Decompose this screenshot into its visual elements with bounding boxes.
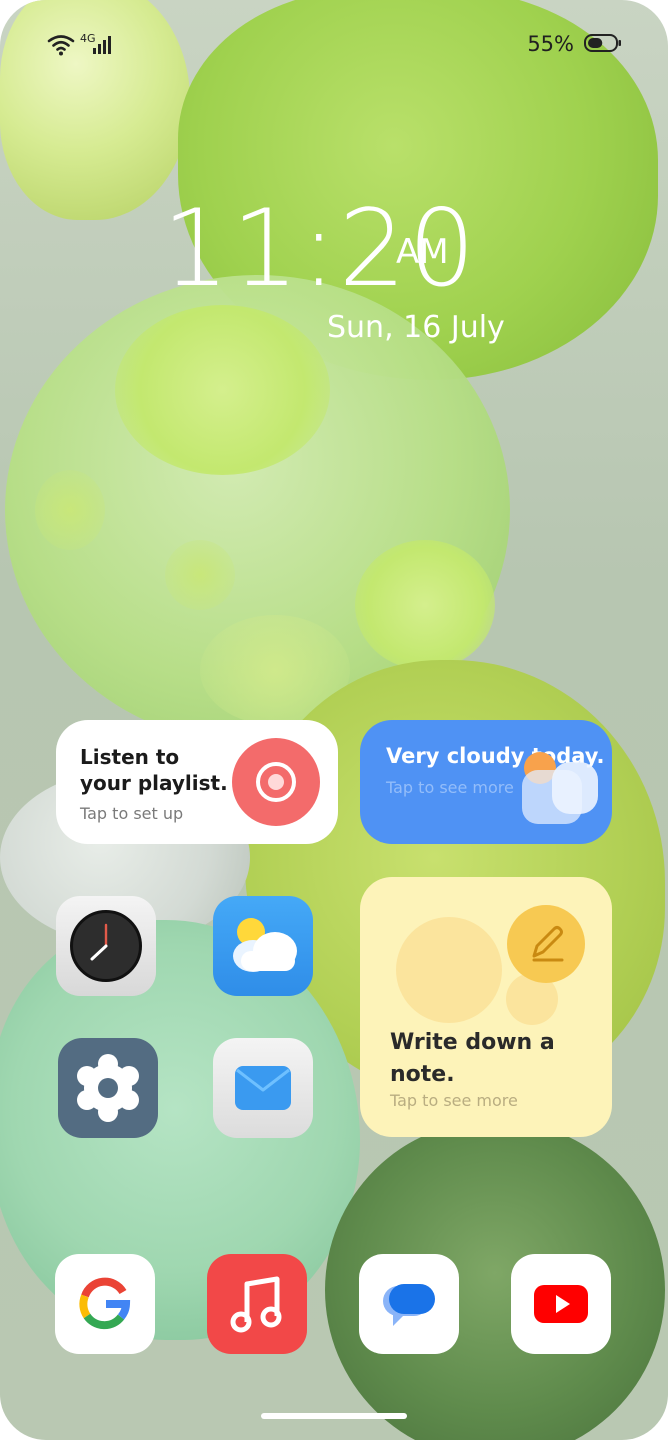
record-icon[interactable] xyxy=(232,738,320,826)
notes-widget-subtitle: Tap to see more xyxy=(390,1091,518,1110)
youtube-icon[interactable] xyxy=(511,1254,611,1354)
mail-app-icon[interactable] xyxy=(213,1038,313,1138)
home-screen: 4G 55% 11:20 AM Sun, 16 July Listen to y… xyxy=(0,0,668,1440)
music-widget-title: Listen to your playlist. xyxy=(80,745,228,795)
network-type-label: 4G xyxy=(80,32,96,45)
weather-widget[interactable]: Very cloudy today. Tap to see more xyxy=(360,720,612,844)
google-icon[interactable] xyxy=(55,1254,155,1354)
clock-ampm: AM xyxy=(396,232,449,272)
cellular-signal-icon: 4G xyxy=(80,32,111,54)
home-indicator[interactable] xyxy=(261,1413,407,1419)
status-bar: 4G 55% xyxy=(46,30,622,60)
notes-widget[interactable]: Write down a note. Tap to see more xyxy=(360,877,612,1137)
battery-percentage: 55% xyxy=(527,32,574,56)
weather-app-icon[interactable] xyxy=(213,896,313,996)
wifi-icon xyxy=(47,35,75,56)
messages-icon[interactable] xyxy=(359,1254,459,1354)
clock-face xyxy=(70,910,142,982)
notes-widget-title: Write down a note. xyxy=(390,1030,555,1087)
settings-app-icon[interactable] xyxy=(58,1038,158,1138)
clock-date[interactable]: Sun, 16 July xyxy=(327,310,505,345)
pencil-icon[interactable] xyxy=(507,905,585,983)
music-icon[interactable] xyxy=(207,1254,307,1354)
clock-app-icon[interactable] xyxy=(56,896,156,996)
battery-icon xyxy=(584,34,621,52)
decorative-circle xyxy=(396,917,502,1023)
music-widget[interactable]: Listen to your playlist. Tap to set up xyxy=(56,720,338,844)
battery-level-fill xyxy=(588,38,603,48)
